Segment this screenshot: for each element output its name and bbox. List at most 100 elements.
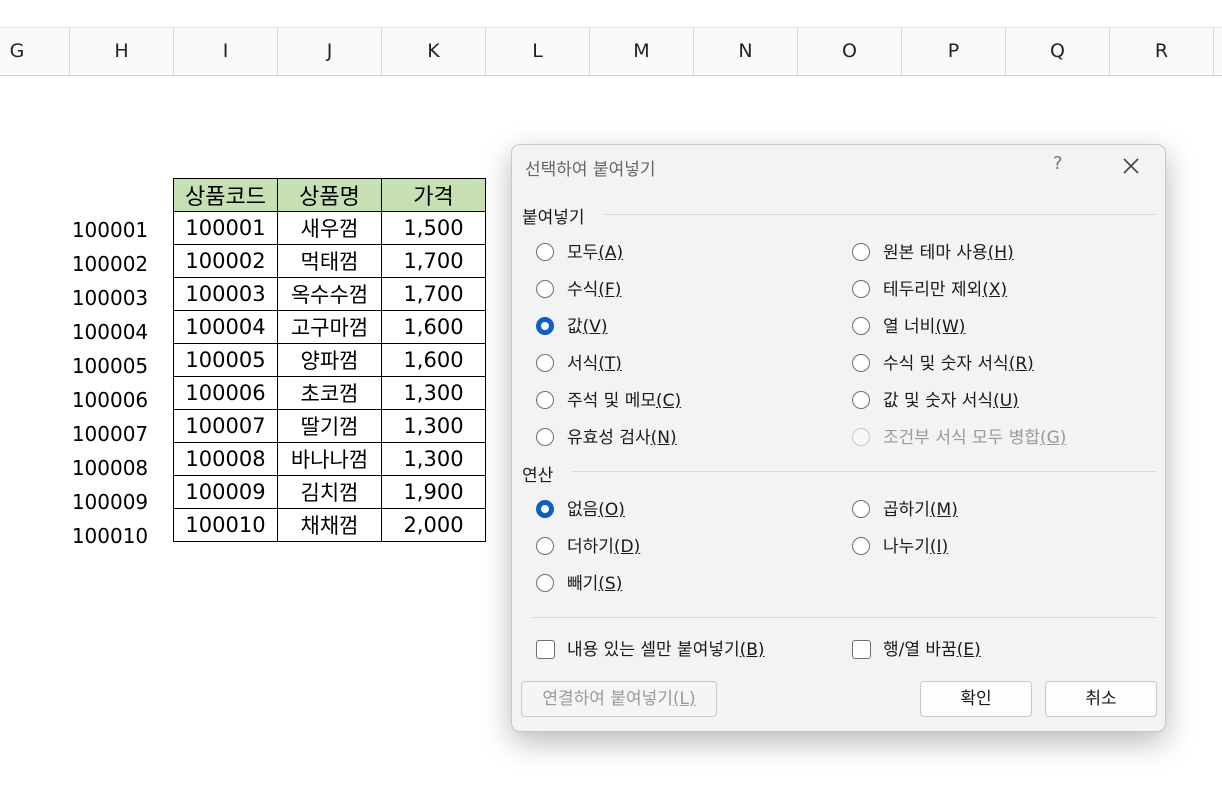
dialog-title: 선택하여 붙여넣기 xyxy=(525,160,656,180)
radio-indicator-checked xyxy=(536,317,554,335)
option-label: 더하기 xyxy=(567,537,614,557)
column-header-m[interactable]: M xyxy=(590,28,694,75)
column-header-q[interactable]: Q xyxy=(1006,28,1110,75)
radio-indicator-checked xyxy=(536,500,554,518)
cell-name[interactable]: 채채껌 xyxy=(277,508,382,542)
radio-indicator xyxy=(536,537,554,555)
option-label: 수식 xyxy=(567,280,599,300)
table-row: 100010 채채껌 2,000 xyxy=(173,508,486,542)
table-row: 100009 김치껌 1,900 xyxy=(173,475,486,509)
accelerator-key: (L) xyxy=(672,689,696,709)
radio-indicator xyxy=(852,537,870,555)
option-label: 나누기 xyxy=(883,537,930,557)
cell-code[interactable]: 100003 xyxy=(173,277,278,311)
cell-h[interactable]: 100006 xyxy=(60,383,160,417)
column-header-k[interactable]: K xyxy=(382,28,486,75)
header-price[interactable]: 가격 xyxy=(381,178,486,212)
cell-code[interactable]: 100005 xyxy=(173,343,278,377)
header-product-name[interactable]: 상품명 xyxy=(277,178,382,212)
cell-code[interactable]: 100008 xyxy=(173,442,278,476)
close-button[interactable] xyxy=(1118,153,1144,179)
header-product-code[interactable]: 상품코드 xyxy=(173,178,278,212)
column-header-l[interactable]: L xyxy=(486,28,590,75)
cell-price[interactable]: 1,300 xyxy=(381,409,486,443)
cell-name[interactable]: 고구마껌 xyxy=(277,310,382,344)
option-label: 없음 xyxy=(567,500,599,520)
cell-h[interactable]: 100008 xyxy=(60,451,160,485)
cell-price[interactable]: 1,300 xyxy=(381,442,486,476)
cell-name[interactable]: 옥수수껌 xyxy=(277,277,382,311)
cell-h[interactable]: 100005 xyxy=(60,349,160,383)
product-table: 상품코드 상품명 가격 100001 새우껌 1,500 100002 먹태껌 1,70… xyxy=(173,178,486,542)
cell-price[interactable]: 1,600 xyxy=(381,310,486,344)
cell-h[interactable]: 100002 xyxy=(60,247,160,281)
accelerator-key: (F) xyxy=(598,280,622,300)
option-label: 조건부 서식 모두 병합 xyxy=(883,428,1040,448)
cell-h[interactable]: 100007 xyxy=(60,417,160,451)
cell-price[interactable]: 1,300 xyxy=(381,376,486,410)
cell-name[interactable]: 양파껌 xyxy=(277,343,382,377)
cell-price[interactable]: 1,600 xyxy=(381,343,486,377)
cell-code[interactable]: 100007 xyxy=(173,409,278,443)
accelerator-key: (N) xyxy=(650,428,677,448)
cell-h[interactable]: 100003 xyxy=(60,281,160,315)
checkbox-box xyxy=(536,640,555,659)
radio-indicator xyxy=(852,243,870,261)
cell-h[interactable]: 100010 xyxy=(60,519,160,553)
column-header-r[interactable]: R xyxy=(1110,28,1214,75)
column-header-i[interactable]: I xyxy=(174,28,278,75)
option-label: 서식 xyxy=(567,354,599,374)
cell-price[interactable]: 1,500 xyxy=(381,211,486,245)
close-icon xyxy=(1123,158,1139,174)
accelerator-key: (G) xyxy=(1039,428,1067,448)
cell-h[interactable]: 100004 xyxy=(60,315,160,349)
column-header-o[interactable]: O xyxy=(798,28,902,75)
cell-name[interactable]: 딸기껌 xyxy=(277,409,382,443)
paste-group-label: 붙여넣기 xyxy=(522,208,585,228)
option-label: 주석 및 메모 xyxy=(567,391,657,411)
cell-price[interactable]: 1,700 xyxy=(381,244,486,278)
cell-code[interactable]: 100010 xyxy=(173,508,278,542)
cell-price[interactable]: 2,000 xyxy=(381,508,486,542)
cell-h[interactable]: 100009 xyxy=(60,485,160,519)
options-divider xyxy=(532,617,1156,618)
cell-name[interactable]: 초코껌 xyxy=(277,376,382,410)
option-label: 원본 테마 사용 xyxy=(883,243,988,263)
accelerator-key: (D) xyxy=(613,537,641,557)
accelerator-key: (M) xyxy=(929,500,958,520)
column-header-h[interactable]: H xyxy=(70,28,174,75)
accelerator-key: (W) xyxy=(935,317,966,337)
cell-code[interactable]: 100002 xyxy=(173,244,278,278)
cell-price[interactable]: 1,700 xyxy=(381,277,486,311)
option-label: 열 너비 xyxy=(883,317,936,337)
cell-code[interactable]: 100001 xyxy=(173,211,278,245)
radio-indicator xyxy=(536,354,554,372)
paste-group-divider xyxy=(604,214,1156,215)
option-label: 모두 xyxy=(567,243,599,263)
accelerator-key: (S) xyxy=(598,574,623,594)
table-header-row: 상품코드 상품명 가격 xyxy=(173,178,486,212)
table-row: 100008 바나나껌 1,300 xyxy=(173,442,486,476)
table-row: 100004 고구마껌 1,600 xyxy=(173,310,486,344)
radio-indicator xyxy=(852,500,870,518)
cell-name[interactable]: 새우껌 xyxy=(277,211,382,245)
column-header-p[interactable]: P xyxy=(902,28,1006,75)
accelerator-key: (E) xyxy=(956,640,981,660)
column-header-n[interactable]: N xyxy=(694,28,798,75)
cancel-button[interactable]: 취소 xyxy=(1045,681,1157,717)
cell-price[interactable]: 1,900 xyxy=(381,475,486,509)
cell-name[interactable]: 바나나껌 xyxy=(277,442,382,476)
accelerator-key: (O) xyxy=(598,500,625,520)
cell-code[interactable]: 100006 xyxy=(173,376,278,410)
ok-button[interactable]: 확인 xyxy=(920,681,1032,717)
paste-link-button[interactable]: 연결하여 붙여넣기(L) xyxy=(521,681,717,717)
cell-name[interactable]: 김치껌 xyxy=(277,475,382,509)
option-label: 빼기 xyxy=(567,574,599,594)
help-button[interactable]: ? xyxy=(1053,153,1063,174)
cell-h[interactable]: 100001 xyxy=(60,213,160,247)
cell-code[interactable]: 100009 xyxy=(173,475,278,509)
column-header-j[interactable]: J xyxy=(278,28,382,75)
cell-name[interactable]: 먹태껌 xyxy=(277,244,382,278)
cell-code[interactable]: 100004 xyxy=(173,310,278,344)
column-header-g[interactable]: G xyxy=(0,28,70,75)
